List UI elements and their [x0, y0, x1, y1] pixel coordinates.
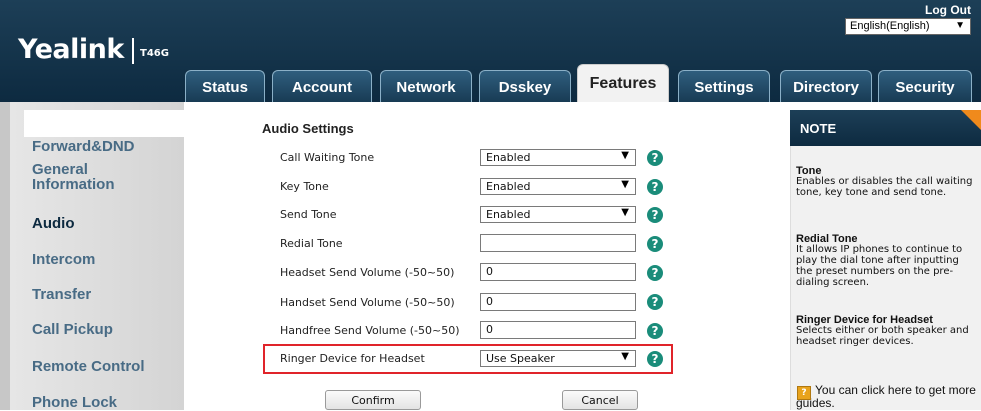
handset-send-volume-label: Handset Send Volume (-50~50) [280, 296, 455, 309]
help-icon[interactable]: ? [647, 323, 663, 339]
guide-book-icon[interactable]: ? [797, 386, 811, 400]
tab-dsskey[interactable]: Dsskey [479, 70, 571, 102]
sidebar-item-call-pickup[interactable]: Call Pickup [32, 321, 113, 338]
chevron-down-icon: ▼ [955, 20, 965, 31]
language-value: English(English) [850, 20, 930, 32]
key-tone-label: Key Tone [280, 180, 329, 193]
help-icon[interactable]: ? [647, 236, 663, 252]
note-text-ringer-device: Selects either or both speaker and heads… [796, 325, 969, 347]
tab-network[interactable]: Network [380, 70, 472, 102]
sidebar-item-forward-dnd[interactable]: Forward&DND [32, 138, 135, 155]
call-waiting-tone-value: Enabled [486, 151, 531, 164]
key-tone-value: Enabled [486, 180, 531, 193]
yealink-logo: Yealink [18, 34, 124, 65]
send-tone-label: Send Tone [280, 208, 337, 221]
chevron-down-icon: ▼ [621, 150, 629, 161]
ringer-device-label: Ringer Device for Headset [280, 352, 425, 365]
model-label: T46G [140, 48, 169, 59]
help-icon[interactable]: ? [647, 150, 663, 166]
help-icon[interactable]: ? [647, 207, 663, 223]
note-title: NOTE [800, 121, 837, 136]
chevron-down-icon: ▼ [621, 207, 629, 218]
key-tone-select[interactable]: Enabled ▼ [480, 178, 636, 195]
ringer-device-select[interactable]: Use Speaker ▼ [480, 350, 636, 367]
sidebar-item-phone-lock[interactable]: Phone Lock [32, 394, 117, 411]
call-waiting-tone-label: Call Waiting Tone [280, 151, 375, 164]
send-tone-select[interactable]: Enabled ▼ [480, 206, 636, 223]
help-icon[interactable]: ? [647, 179, 663, 195]
handset-send-volume-input[interactable]: 0 [480, 293, 636, 311]
help-icon[interactable]: ? [647, 294, 663, 310]
note-corner-icon [961, 110, 981, 130]
tab-features[interactable]: Features [577, 64, 669, 102]
sidebar-item-general-information[interactable]: General Information [32, 162, 115, 192]
tab-directory[interactable]: Directory [780, 70, 872, 102]
note-text-redial-tone: It allows IP phones to continue to play … [796, 244, 963, 288]
handfree-send-volume-input[interactable]: 0 [480, 321, 636, 339]
tab-security[interactable]: Security [878, 70, 972, 102]
logo-separator [132, 38, 134, 64]
sidebar-item-remote-control[interactable]: Remote Control [32, 358, 145, 375]
chevron-down-icon: ▼ [621, 351, 629, 362]
guide-link[interactable]: You can click here to get more guides. [796, 384, 976, 410]
language-select[interactable]: English(English) ▼ [845, 18, 971, 35]
cancel-button[interactable]: Cancel [562, 390, 638, 410]
sidebar-item-transfer[interactable]: Transfer [32, 286, 91, 303]
section-title: Audio Settings [262, 121, 354, 136]
redial-tone-label: Redial Tone [280, 237, 343, 250]
call-waiting-tone-select[interactable]: Enabled ▼ [480, 149, 636, 166]
headset-send-volume-label: Headset Send Volume (-50~50) [280, 266, 455, 279]
logout-link[interactable]: Log Out [925, 3, 971, 17]
ringer-device-value: Use Speaker [486, 352, 555, 365]
chevron-down-icon: ▼ [621, 179, 629, 190]
send-tone-value: Enabled [486, 208, 531, 221]
tab-account[interactable]: Account [272, 70, 372, 102]
headset-send-volume-input[interactable]: 0 [480, 263, 636, 281]
confirm-button[interactable]: Confirm [325, 390, 421, 410]
tab-settings[interactable]: Settings [678, 70, 770, 102]
note-text-tone: Enables or disables the call waiting ton… [796, 176, 973, 198]
handfree-send-volume-label: Handfree Send Volume (-50~50) [280, 324, 460, 337]
tab-status[interactable]: Status [185, 70, 265, 102]
sidebar-item-audio[interactable]: Audio [32, 215, 75, 232]
sidebar-active-highlight [24, 110, 184, 137]
help-icon[interactable]: ? [647, 351, 663, 367]
redial-tone-input[interactable] [480, 234, 636, 252]
sidebar-item-intercom[interactable]: Intercom [32, 251, 95, 268]
help-icon[interactable]: ? [647, 265, 663, 281]
